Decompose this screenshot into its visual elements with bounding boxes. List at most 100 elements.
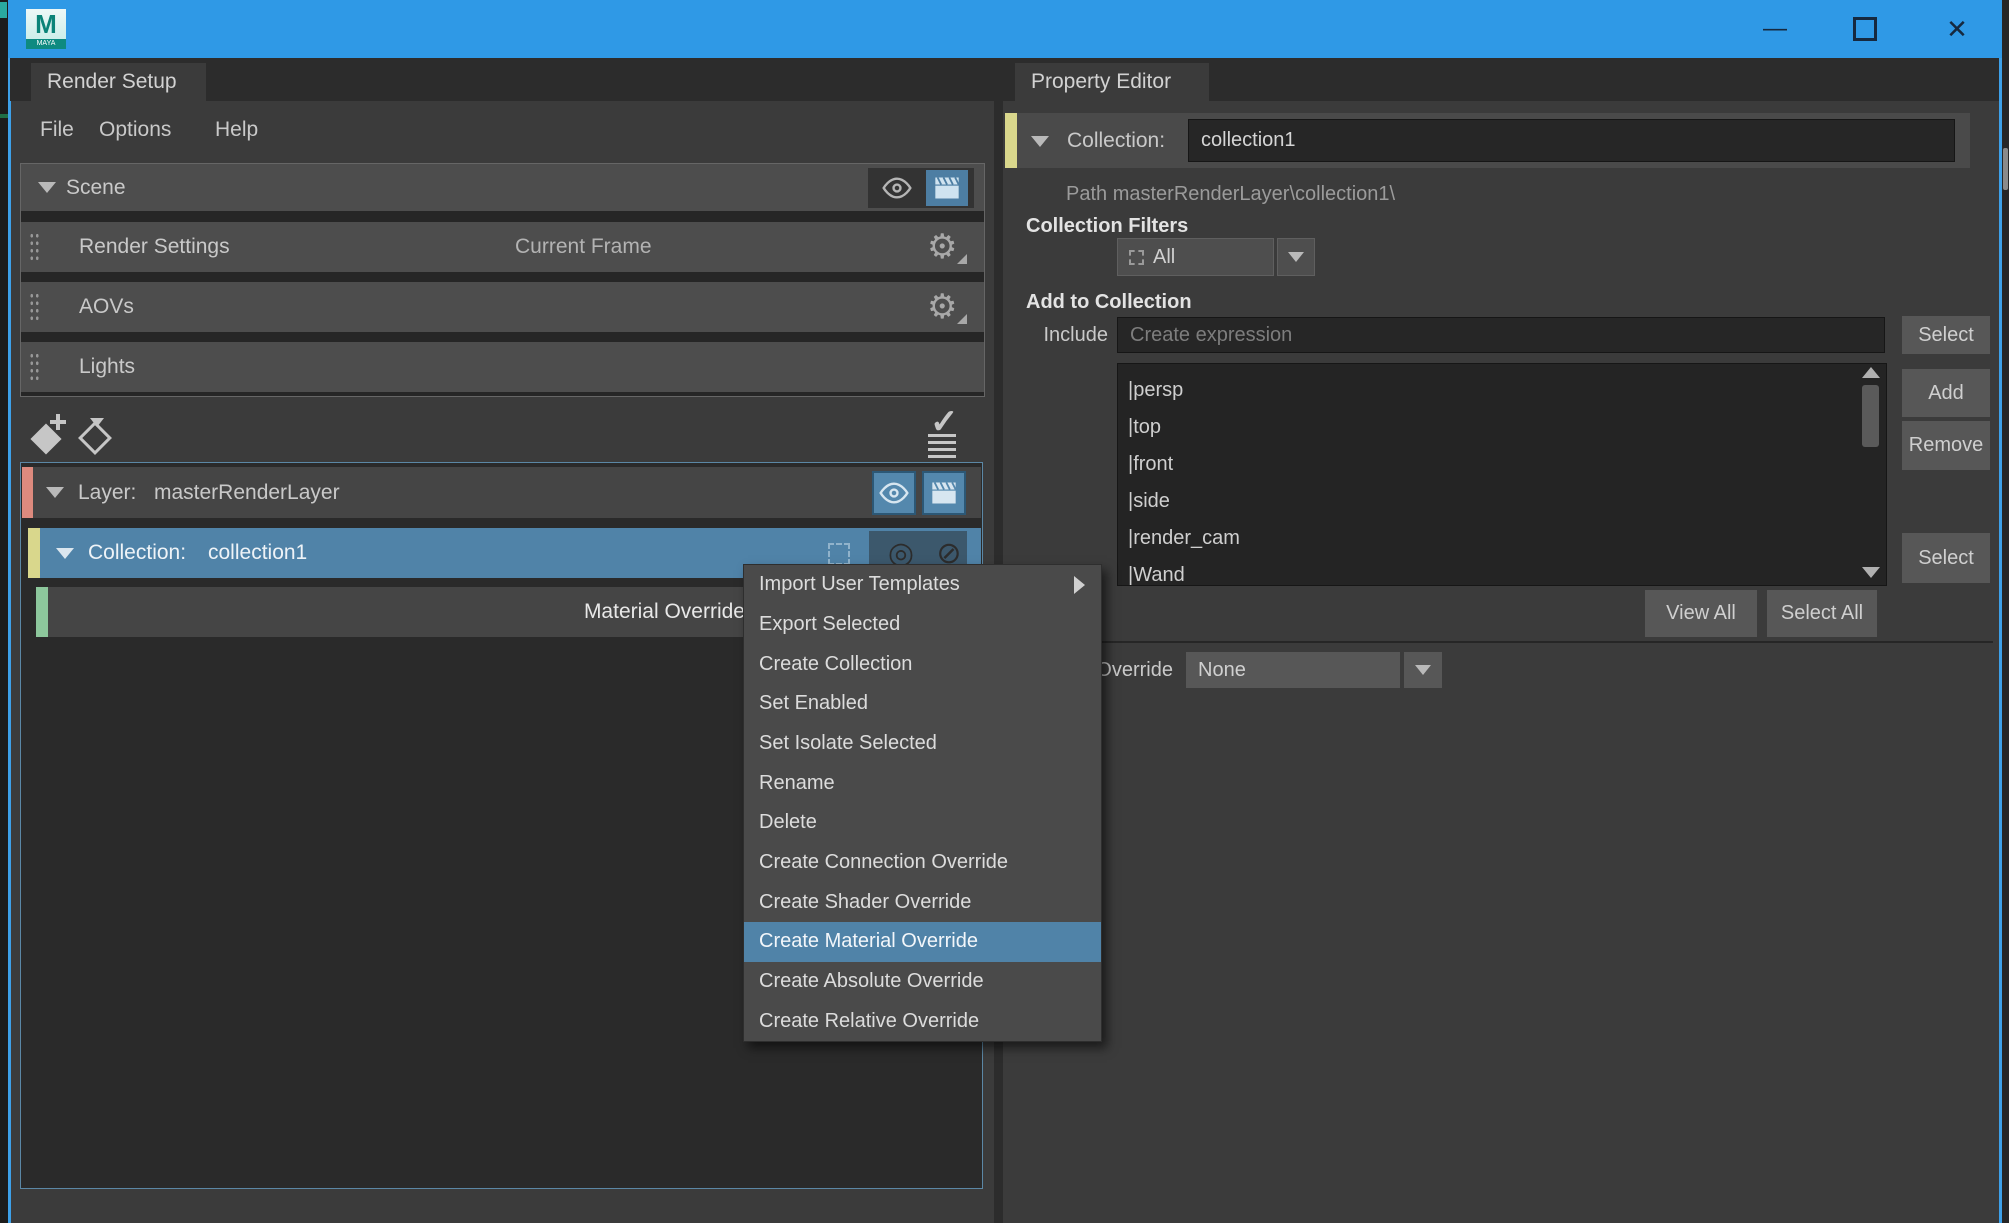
layer-expand-icon[interactable] xyxy=(46,487,64,498)
menu-item-delete[interactable]: Delete xyxy=(744,803,1101,843)
menu-item-label: Create Connection Override xyxy=(759,851,1008,874)
selector-box-icon xyxy=(828,543,850,565)
collection-name: collection1 xyxy=(208,528,307,578)
drag-handle-icon[interactable] xyxy=(29,232,40,262)
menu-item-label: Delete xyxy=(759,811,817,834)
pe-collection-expand-icon[interactable] xyxy=(1031,136,1049,147)
titlebar[interactable] xyxy=(8,0,2002,58)
select-objects-button[interactable]: Select xyxy=(1902,533,1990,583)
scroll-up-icon[interactable] xyxy=(1862,367,1880,378)
layer-name: masterRenderLayer xyxy=(154,467,340,518)
gear-icon[interactable]: ⚙ xyxy=(927,230,957,264)
import-render-settings-button[interactable] xyxy=(76,416,118,458)
objects-listbox[interactable]: |persp |top |front |side |render_cam |Wa… xyxy=(1117,363,1887,586)
layer-label: Layer: xyxy=(78,467,136,518)
list-item[interactable]: |render_cam xyxy=(1118,520,1886,557)
scrollbar-thumb[interactable] xyxy=(1862,385,1879,447)
menu-item-label: Set Enabled xyxy=(759,692,868,715)
tab-property-editor-label: Property Editor xyxy=(1031,70,1171,94)
menu-item-create-connection-override[interactable]: Create Connection Override xyxy=(744,843,1101,883)
drag-handle-icon[interactable] xyxy=(29,292,40,322)
scene-row[interactable]: Scene xyxy=(21,164,984,211)
pe-collection-color-strip xyxy=(1005,113,1017,168)
layer-row[interactable]: Layer: masterRenderLayer xyxy=(22,467,981,518)
menu-item-export-selected[interactable]: Export Selected xyxy=(744,605,1101,645)
list-item[interactable]: |front xyxy=(1118,446,1886,483)
pe-path: Path masterRenderLayer\collection1\ xyxy=(1066,180,1395,208)
collection-name-field[interactable] xyxy=(1188,119,1955,162)
window-border-right xyxy=(1999,0,2002,1223)
menu-item-create-absolute-override[interactable]: Create Absolute Override xyxy=(744,962,1101,1002)
eye-icon xyxy=(878,480,910,506)
maya-logo: M MAYA xyxy=(26,9,66,49)
submenu-arrow-icon xyxy=(1074,576,1085,594)
tab-property-editor[interactable]: Property Editor xyxy=(1015,63,1209,101)
lights-row[interactable]: Lights xyxy=(21,342,984,392)
scene-visibility-button[interactable] xyxy=(877,172,917,204)
scene-renderable-button[interactable] xyxy=(926,170,968,206)
aovs-row[interactable]: AOVs ⚙ xyxy=(21,282,984,332)
eye-icon xyxy=(881,176,913,200)
layer-renderable-button[interactable] xyxy=(922,471,966,515)
minimize-button[interactable]: — xyxy=(1745,0,1805,58)
background-right-scroll-fragment xyxy=(2003,148,2008,190)
remove-label: Remove xyxy=(1909,434,1983,457)
drag-handle-icon[interactable] xyxy=(29,352,40,382)
select-all-button[interactable]: Select All xyxy=(1767,590,1877,637)
list-item[interactable]: |top xyxy=(1118,409,1886,446)
list-item[interactable]: |side xyxy=(1118,483,1886,520)
pe-collection-label: Collection: xyxy=(1067,113,1165,168)
tab-render-setup-label: Render Setup xyxy=(47,70,177,94)
object-name: |side xyxy=(1128,490,1170,513)
filter-combo[interactable]: All xyxy=(1117,238,1274,276)
visible-layers-filter-button[interactable]: ✓ xyxy=(926,410,972,456)
menu-item-label: Create Collection xyxy=(759,653,912,676)
override-combo-arrow[interactable] xyxy=(1404,652,1442,688)
menu-item-label: Create Material Override xyxy=(759,930,978,953)
menu-item-label: Create Shader Override xyxy=(759,891,971,914)
collection-expand-icon[interactable] xyxy=(56,548,74,559)
list-item[interactable]: |Wand xyxy=(1118,557,1886,586)
object-name: |Wand xyxy=(1128,564,1185,586)
remove-button[interactable]: Remove xyxy=(1902,421,1990,470)
menu-item-create-relative-override[interactable]: Create Relative Override xyxy=(744,1001,1101,1041)
menu-item-import-user-templates[interactable]: Import User Templates xyxy=(744,565,1101,605)
menu-options[interactable]: Options xyxy=(99,115,171,145)
scene-expand-icon[interactable] xyxy=(38,182,56,193)
view-all-button[interactable]: View All xyxy=(1645,590,1757,637)
plus-icon xyxy=(50,414,66,430)
add-button[interactable]: Add xyxy=(1902,369,1990,417)
filter-combo-arrow[interactable] xyxy=(1277,238,1315,276)
tab-render-setup[interactable]: Render Setup xyxy=(31,63,206,101)
override-type-label: Material Override xyxy=(440,587,745,637)
menu-item-label: Import User Templates xyxy=(759,573,960,596)
include-label: Include xyxy=(1030,317,1108,353)
scroll-down-icon[interactable] xyxy=(1862,567,1880,578)
maximize-button[interactable] xyxy=(1835,0,1895,58)
maya-logo-letter: M xyxy=(35,9,57,39)
menu-item-set-isolate-selected[interactable]: Set Isolate Selected xyxy=(744,724,1101,764)
menu-item-set-enabled[interactable]: Set Enabled xyxy=(744,684,1101,724)
clapboard-icon xyxy=(930,480,958,506)
include-expression-field[interactable] xyxy=(1117,317,1885,353)
render-settings-row[interactable]: Render Settings Current Frame ⚙ xyxy=(21,222,984,272)
menu-help[interactable]: Help xyxy=(215,115,258,145)
pe-collection-row: Collection: xyxy=(1005,113,1970,168)
object-name: |persp xyxy=(1128,379,1183,402)
close-button[interactable]: ✕ xyxy=(1925,0,1989,58)
create-render-layer-button[interactable] xyxy=(28,416,70,458)
menu-item-rename[interactable]: Rename xyxy=(744,763,1101,803)
list-item[interactable]: |persp xyxy=(1118,372,1886,409)
select-expression-button[interactable]: Select xyxy=(1902,316,1990,354)
menu-item-create-material-override[interactable]: Create Material Override xyxy=(744,922,1101,962)
layer-visibility-button[interactable] xyxy=(872,471,916,515)
gear-icon[interactable]: ⚙ xyxy=(927,290,957,324)
select-objects-label: Select xyxy=(1918,547,1974,570)
menu-item-create-shader-override[interactable]: Create Shader Override xyxy=(744,882,1101,922)
aovs-label: AOVs xyxy=(79,282,134,332)
menu-file[interactable]: File xyxy=(40,115,74,145)
listbox-scrollbar[interactable] xyxy=(1858,365,1884,584)
render-settings-label: Render Settings xyxy=(79,222,230,272)
override-combo[interactable]: None xyxy=(1186,652,1400,688)
menu-item-create-collection[interactable]: Create Collection xyxy=(744,644,1101,684)
